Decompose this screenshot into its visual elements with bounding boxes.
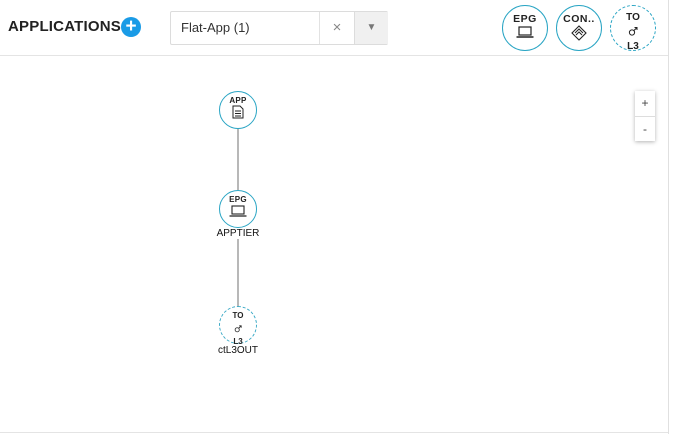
- zoom-out-button[interactable]: -: [635, 117, 655, 142]
- dropdown-arrow-button[interactable]: ▼: [354, 12, 388, 44]
- topology-canvas[interactable]: APP EPG APPTIER TO L3 ctL3OUT: [0, 56, 668, 432]
- laptop-icon: [516, 26, 534, 38]
- palette-l3out-label-bottom: L3: [627, 41, 639, 52]
- palette-l3out[interactable]: TO L3: [610, 5, 656, 52]
- palette-epg-label: EPG: [513, 13, 537, 25]
- zoom-in-button[interactable]: +: [635, 91, 655, 117]
- node-app-badge: APP: [229, 96, 247, 105]
- bottom-divider: [0, 432, 668, 433]
- laptop-icon: [229, 205, 247, 217]
- page-title: APPLICATIONS: [8, 18, 121, 35]
- external-l3-icon: [628, 27, 638, 36]
- zoom-control: + -: [635, 91, 655, 141]
- handshake-icon: [571, 25, 587, 41]
- node-l3out-caption: ctL3OUT: [217, 345, 258, 356]
- palette-l3out-label-top: TO: [626, 12, 640, 23]
- application-selector[interactable]: Flat-App (1) × ▼: [170, 11, 388, 45]
- node-epg[interactable]: EPG: [219, 190, 257, 228]
- palette-epg[interactable]: EPG: [502, 5, 548, 51]
- document-icon: [232, 105, 244, 119]
- node-l3out[interactable]: TO L3: [219, 306, 257, 346]
- clear-selection-button[interactable]: ×: [319, 12, 354, 44]
- app-header: APPLICATIONS + Flat-App (1) × ▼ EPG CON.…: [0, 0, 668, 56]
- add-application-button[interactable]: +: [121, 17, 141, 37]
- connection-lines: [237, 128, 239, 306]
- node-epg-badge: EPG: [229, 195, 247, 204]
- node-l3out-badge-top: TO: [232, 311, 244, 320]
- panel-divider[interactable]: [668, 0, 669, 434]
- palette-contract[interactable]: CON..: [556, 5, 602, 51]
- selected-application: Flat-App (1): [181, 20, 250, 35]
- external-l3-icon: [234, 325, 242, 333]
- node-epg-caption: APPTIER: [216, 228, 260, 239]
- palette-contract-label: CON..: [563, 13, 595, 25]
- node-app[interactable]: APP: [219, 91, 257, 129]
